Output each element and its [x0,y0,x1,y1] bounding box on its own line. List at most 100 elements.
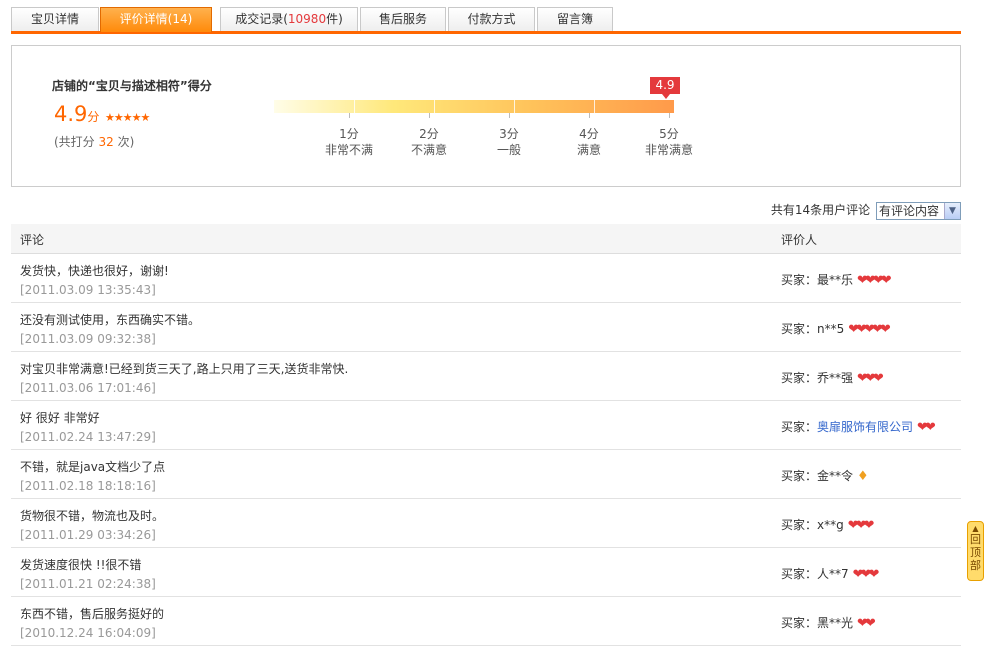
reviewer: 买家：奥扉服饰有限公司 ❤❤ [781,418,936,435]
tab-label-suffix: ) [187,12,193,26]
scale-score: 1分 [339,127,359,141]
comment-filter: 共有14条用户评论 有评论内容 ▼ [771,201,961,220]
comment-count: 共有14条用户评论 [770,203,871,217]
reviewer: 买家：乔**强 ❤❤❤ [781,369,884,386]
table-row: 不错，就是java文档少了点 [2011.02.18 18:18:16] 买家：金*… [11,450,961,499]
comment-filter-select[interactable]: 有评论内容 ▼ [876,201,961,220]
column-header-reviewer: 评价人 [781,233,818,247]
rating-count-value: 32 [98,135,114,149]
review-date: [2011.01.21 02:24:38] [20,577,156,591]
heart-rank-icon: ❤❤❤ [847,518,875,533]
scale-label-1: 1分 非常不满 [309,126,389,158]
scale-score: 4分 [579,127,599,141]
rating-score-value: 4.9 [54,102,88,126]
reviewer: 买家：x**g ❤❤❤ [781,516,875,533]
score-flag: 4.9 [650,77,680,99]
tab-after-sales[interactable]: 售后服务 [360,7,446,31]
reviewer: 买家：金**令 ♦ [781,467,869,484]
review-text: 好 很好 非常好 [20,411,100,425]
scale-score: 3分 [499,127,519,141]
tab-label-suffix: 件) [326,12,343,26]
rating-summary: 店铺的“宝贝与描述相符”得分 4.9分 ★★★★★ (共打分 32 次) 4.9… [11,45,961,187]
buyer-prefix: 买家： [781,371,818,385]
scale-score: 2分 [419,127,439,141]
diamond-rank-icon: ♦ [857,469,869,484]
reviewer: 买家：n**5 ❤❤❤❤❤ [781,320,891,337]
reviewer: 买家：最**乐 ❤❤❤❤ [781,271,892,288]
buyer-prefix: 买家： [781,420,818,434]
tab-bar: 宝贝详情 评价详情(14) 成交记录(10980件) 售后服务 付款方式 留言簿 [11,7,961,34]
scale-desc: 满意 [576,143,601,157]
review-text: 发货速度很快 !!很不错 [20,558,142,572]
rating-count: (共打分 32 次) [54,133,134,150]
buyer-prefix: 买家： [781,322,818,336]
table-row: 好 很好 非常好 [2011.02.24 13:47:29] 买家：奥扉服饰有限公司… [11,401,961,450]
buyer-name: 黑**光 [817,616,854,630]
review-text: 还没有测试使用，东西确实不错。 [20,313,201,327]
rating-title: 店铺的“宝贝与描述相符”得分 [52,79,212,93]
tab-item-details[interactable]: 宝贝详情 [11,7,99,31]
heart-rank-icon: ❤❤ [917,420,936,435]
review-date: [2011.03.09 13:35:43] [20,283,156,297]
table-row: 发货快，快递也很好，谢谢! [2011.03.09 13:35:43] 买家：最**… [11,254,961,303]
scale-tick [589,113,590,118]
buyer-prefix: 买家： [781,616,818,630]
tab-label: 成交记录( [235,12,288,26]
scale-desc: 非常不满 [324,143,373,157]
reviewer: 买家：人**7 ❤❤❤ [781,565,880,582]
review-text: 东西不错，售后服务挺好的 [20,607,165,621]
scale-label-5: 5分 非常满意 [629,126,709,158]
review-text: 货物很不错，物流也及时。 [20,509,165,523]
review-date: [2011.03.09 09:32:38] [20,332,156,346]
scale-desc: 不满意 [410,143,447,157]
star-rating-icon: ★★★★★ [105,111,150,124]
buyer-name: n**5 [817,322,845,336]
scale-tick [349,113,350,118]
review-date: [2011.02.24 13:47:29] [20,430,156,444]
buyer-name[interactable]: 奥扉服饰有限公司 [817,420,913,434]
scale-separator [514,100,515,113]
scale-desc: 一般 [496,143,521,157]
heart-rank-icon: ❤❤❤❤ [857,273,892,288]
review-date: [2011.01.29 03:34:26] [20,528,156,542]
buyer-name: x**g [817,518,844,532]
table-row: 对宝贝非常满意!已经到货三天了,路上只用了三天,送货非常快. [2011.03.0… [11,352,961,401]
heart-rank-icon: ❤❤❤ [857,371,884,386]
chevron-down-icon[interactable]: ▼ [944,202,960,219]
tab-transactions[interactable]: 成交记录(10980件) [220,7,358,31]
buyer-prefix: 买家： [781,567,818,581]
table-row: 还没有测试使用，东西确实不错。 [2011.03.09 09:32:38] 买家：n… [11,303,961,352]
scale-tick [509,113,510,118]
table-row: 发货速度很快 !!很不错 [2011.01.21 02:24:38] 买家：人**7… [11,548,961,597]
tab-payment[interactable]: 付款方式 [448,7,535,31]
review-text: 对宝贝非常满意!已经到货三天了,路上只用了三天,送货非常快. [20,362,349,376]
rating-scale-bar [274,100,674,113]
scale-separator [354,100,355,113]
scale-tick [669,113,670,118]
review-date: [2011.03.06 17:01:46] [20,381,156,395]
rating-count-suffix: 次) [117,135,135,149]
rating-count-prefix: (共打分 [54,135,95,149]
review-date: [2011.02.18 18:18:16] [20,479,156,493]
scale-separator [434,100,435,113]
scale-label-2: 2分 不满意 [389,126,469,158]
heart-rank-icon: ❤❤❤❤❤ [848,322,891,337]
tab-reviews[interactable]: 评价详情(14) [100,7,212,32]
table-row: 货物很不错，物流也及时。 [2011.01.29 03:34:26] 买家：x**g… [11,499,961,548]
review-list: 发货快，快递也很好，谢谢! [2011.03.09 13:35:43] 买家：最**… [11,254,961,646]
tab-label: 付款方式 [467,12,516,26]
buyer-name: 人**7 [817,567,849,581]
rating-score: 4.9分 [54,102,99,126]
tab-count: 10980 [287,12,327,26]
back-to-top-button[interactable]: ▲ 回顶部 [967,521,984,581]
buyer-prefix: 买家： [781,469,818,483]
review-table: 评论 评价人 发货快，快递也很好，谢谢! [2011.03.09 13:35:43… [11,224,961,646]
tab-guestbook[interactable]: 留言簿 [537,7,613,31]
buyer-prefix: 买家： [781,518,818,532]
heart-rank-icon: ❤❤❤ [852,567,880,582]
reviewer: 买家：黑**光 ❤❤ [781,614,876,631]
buyer-prefix: 买家： [781,273,818,287]
scale-label-3: 3分 一般 [469,126,549,158]
tab-label: 宝贝详情 [30,12,79,26]
scale-tick [429,113,430,118]
